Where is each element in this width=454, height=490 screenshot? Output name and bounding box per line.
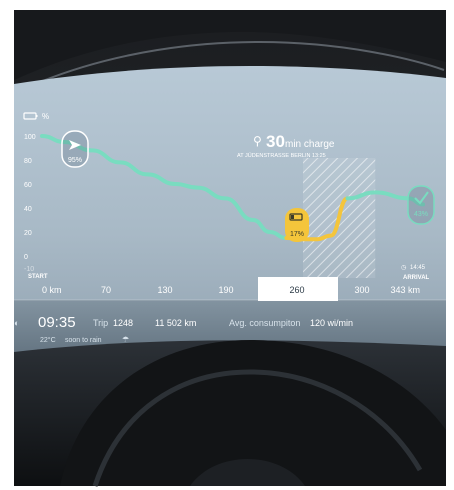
y-tick-label: 20 <box>24 230 32 237</box>
y-tick-label: 40 <box>24 206 32 213</box>
charge-level-badge[interactable]: 17% <box>285 208 309 242</box>
x-tick-label: 190 <box>218 285 233 295</box>
dashboard-scene: 100 80 60 40 20 0 -10 0 km 70 130 190 260 300 343 km… <box>0 0 454 490</box>
charge-location: AT JÜDENSTRASSE BERLIN 13:25 <box>237 152 326 159</box>
x-tick-label: 343 km <box>390 285 420 295</box>
charge-duration: 30 <box>266 132 285 151</box>
start-level: 95% <box>68 157 82 164</box>
y-tick-label: -10 <box>24 266 34 273</box>
x-tick-label: 70 <box>101 285 111 295</box>
x-tick-label: 130 <box>157 285 172 295</box>
headlight-icon: ◐ <box>14 318 19 328</box>
umbrella-icon: ☂ <box>122 335 129 344</box>
y-tick-label: 0 <box>24 254 28 261</box>
x-tick-label: 260 <box>289 285 304 295</box>
odometer-value: 11 502 km <box>155 318 196 328</box>
y-tick-label: 80 <box>24 158 32 165</box>
y-tick-label: 60 <box>24 182 32 189</box>
car-dashboard: 100 80 60 40 20 0 -10 0 km 70 130 190 260 300 343 km… <box>14 10 446 487</box>
clock-icon: ◷ <box>401 265 406 271</box>
arrival-level: 43% <box>414 211 428 218</box>
battery-unit-label: % <box>42 112 49 121</box>
arrival-label: ARRIVAL <box>403 275 430 281</box>
start-badge[interactable]: 95% <box>61 130 89 168</box>
weather-temp: 22°C <box>40 336 56 344</box>
x-tick-label: 0 km <box>42 285 62 295</box>
charge-level: 17% <box>290 231 304 238</box>
trip-label: Trip <box>93 318 108 328</box>
arrival-time: 14:45 <box>410 265 426 271</box>
consumption-label: Avg. consumpiton <box>229 318 300 328</box>
charge-unit-text: min charge <box>285 139 335 150</box>
arrival-badge[interactable]: 43% <box>407 185 435 225</box>
weather-text: soon to rain <box>65 337 102 344</box>
trip-value: 1248 <box>113 318 133 328</box>
plug-icon: ⚲ <box>253 134 262 148</box>
consumption-value: 120 wi/min <box>310 318 353 328</box>
start-label: START <box>28 274 48 280</box>
arrival-badge-frame <box>407 185 435 225</box>
y-tick-label: 100 <box>24 134 36 141</box>
x-tick-label: 300 <box>354 285 369 295</box>
clock-time: 09:35 <box>38 314 76 331</box>
